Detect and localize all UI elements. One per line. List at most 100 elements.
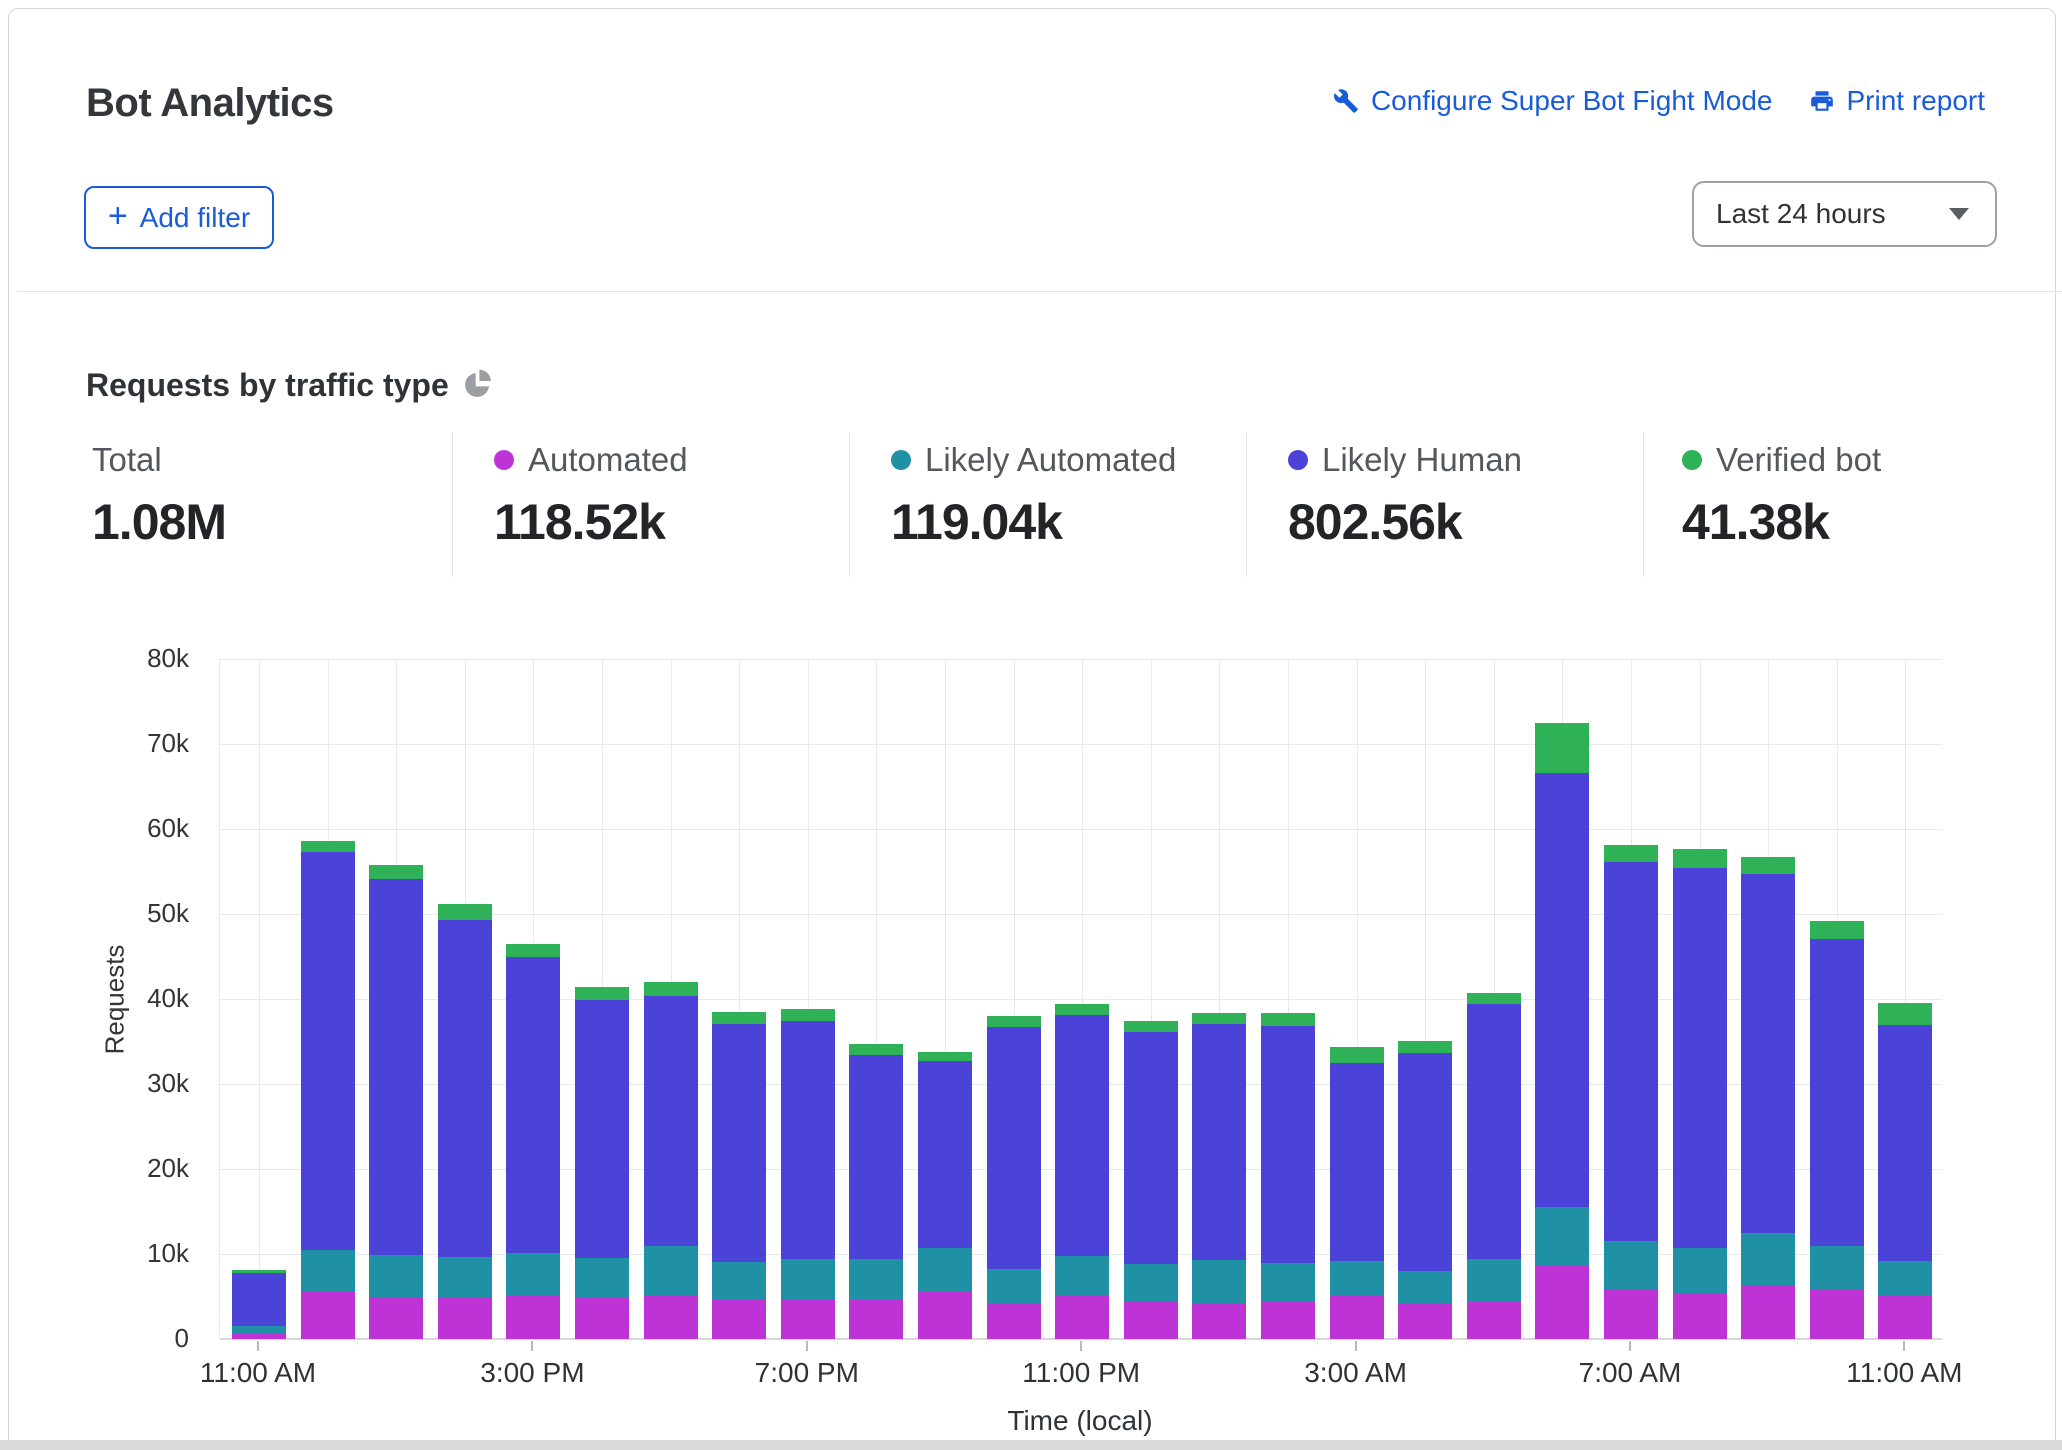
segment-verified-bot — [1741, 857, 1795, 874]
segment-verified-bot — [1810, 921, 1864, 939]
stat-verified-bot[interactable]: Verified bot 41.38k — [1682, 441, 1881, 551]
segment-likely-human — [644, 996, 698, 1246]
wrench-icon — [1333, 88, 1359, 114]
x-tick-label: 7:00 PM — [727, 1357, 887, 1389]
segment-likely-automated — [1673, 1248, 1727, 1293]
bar-7-00-pm[interactable] — [781, 1009, 835, 1339]
segment-likely-automated — [712, 1262, 766, 1300]
bar-3-00-am[interactable] — [1330, 1047, 1384, 1339]
bar-4-00-am[interactable] — [1398, 1041, 1452, 1339]
segment-likely-automated — [1398, 1271, 1452, 1304]
segment-likely-automated — [1741, 1233, 1795, 1285]
time-range-select[interactable]: Last 24 hours — [1692, 181, 1997, 247]
stat-value: 41.38k — [1682, 493, 1881, 551]
segment-likely-automated — [987, 1269, 1041, 1304]
bar-1-00-am[interactable] — [1192, 1013, 1246, 1339]
add-filter-button[interactable]: + Add filter — [84, 186, 274, 249]
segment-automated — [987, 1304, 1041, 1339]
bar-11-00-am[interactable] — [232, 1270, 286, 1339]
x-tick-label: 11:00 AM — [178, 1357, 338, 1389]
configure-super-bot-fight-mode-link[interactable]: Configure Super Bot Fight Mode — [1333, 85, 1773, 117]
segment-likely-automated — [1261, 1263, 1315, 1301]
segment-likely-human — [1467, 1004, 1521, 1259]
segment-automated — [1673, 1293, 1727, 1339]
segment-automated — [712, 1300, 766, 1339]
bar-8-00-pm[interactable] — [849, 1044, 903, 1339]
stat-automated[interactable]: Automated118.52k — [494, 441, 688, 551]
page-title: Bot Analytics — [86, 81, 334, 126]
y-tick-label: 80k — [119, 643, 189, 674]
add-filter-label: Add filter — [140, 202, 251, 234]
x-tick-mark — [257, 1341, 259, 1351]
gridline-horizontal — [220, 829, 1942, 830]
segment-automated — [506, 1296, 560, 1339]
bar-12-00-am[interactable] — [1124, 1021, 1178, 1339]
stat-total[interactable]: Total1.08M — [92, 441, 226, 551]
x-tick-label: 3:00 PM — [452, 1357, 612, 1389]
segment-likely-human — [1261, 1026, 1315, 1263]
time-range-value: Last 24 hours — [1716, 198, 1886, 230]
segment-likely-human — [369, 879, 423, 1255]
stat-likely-automated[interactable]: Likely Automated119.04k — [891, 441, 1176, 551]
bar-10-00-am[interactable] — [1810, 921, 1864, 1339]
bar-7-00-am[interactable] — [1604, 845, 1658, 1339]
stat-divider — [452, 433, 453, 577]
segment-automated — [1330, 1296, 1384, 1339]
print-report-link[interactable]: Print report — [1809, 85, 1986, 117]
gridline-horizontal — [220, 744, 1942, 745]
segment-likely-human — [1810, 939, 1864, 1247]
stat-divider — [1643, 433, 1644, 577]
bar-11-00-am[interactable] — [1878, 1003, 1932, 1339]
segment-likely-human — [232, 1273, 286, 1327]
segment-automated — [1124, 1301, 1178, 1339]
segment-automated — [1810, 1290, 1864, 1339]
bar-9-00-pm[interactable] — [918, 1052, 972, 1339]
segment-likely-human — [781, 1021, 835, 1259]
segment-likely-human — [712, 1024, 766, 1262]
stat-likely-human[interactable]: Likely Human802.56k — [1288, 441, 1522, 551]
bar-9-00-am[interactable] — [1741, 857, 1795, 1339]
bar-4-00-pm[interactable] — [575, 987, 629, 1339]
bar-8-00-am[interactable] — [1673, 849, 1727, 1339]
bar-6-00-am[interactable] — [1535, 723, 1589, 1339]
bar-5-00-am[interactable] — [1467, 993, 1521, 1339]
segment-automated — [1604, 1290, 1658, 1339]
legend-dot — [891, 450, 911, 470]
segment-likely-automated — [1330, 1261, 1384, 1296]
segment-likely-automated — [1810, 1246, 1864, 1289]
segment-verified-bot — [987, 1016, 1041, 1027]
segment-automated — [369, 1298, 423, 1339]
header-divider — [17, 291, 2062, 292]
y-tick-label: 10k — [119, 1238, 189, 1269]
segment-automated — [438, 1298, 492, 1339]
bar-12-00-pm[interactable] — [301, 841, 355, 1339]
stat-label: Likely Human — [1322, 441, 1522, 479]
bar-6-00-pm[interactable] — [712, 1012, 766, 1339]
segment-likely-automated — [849, 1259, 903, 1300]
bar-2-00-pm[interactable] — [438, 904, 492, 1339]
bar-1-00-pm[interactable] — [369, 865, 423, 1339]
stat-label: Automated — [528, 441, 688, 479]
bar-10-00-pm[interactable] — [987, 1016, 1041, 1339]
segment-likely-automated — [1467, 1259, 1521, 1302]
segment-verified-bot — [1467, 993, 1521, 1004]
segment-likely-automated — [301, 1250, 355, 1293]
segment-verified-bot — [1192, 1013, 1246, 1024]
y-tick-label: 70k — [119, 728, 189, 759]
segment-likely-automated — [1535, 1207, 1589, 1266]
segment-automated — [1467, 1302, 1521, 1339]
stat-label: Verified bot — [1716, 441, 1881, 479]
bar-11-00-pm[interactable] — [1055, 1004, 1109, 1339]
segment-likely-human — [506, 957, 560, 1254]
segment-likely-human — [1535, 773, 1589, 1207]
segment-verified-bot — [918, 1052, 972, 1061]
chevron-down-icon — [1949, 208, 1969, 220]
bar-2-00-am[interactable] — [1261, 1013, 1315, 1339]
segment-automated — [1055, 1296, 1109, 1339]
segment-verified-bot — [1055, 1004, 1109, 1015]
segment-automated — [1398, 1304, 1452, 1339]
bar-5-00-pm[interactable] — [644, 982, 698, 1339]
segment-likely-human — [1055, 1015, 1109, 1256]
segment-likely-automated — [1055, 1256, 1109, 1296]
bar-3-00-pm[interactable] — [506, 944, 560, 1339]
